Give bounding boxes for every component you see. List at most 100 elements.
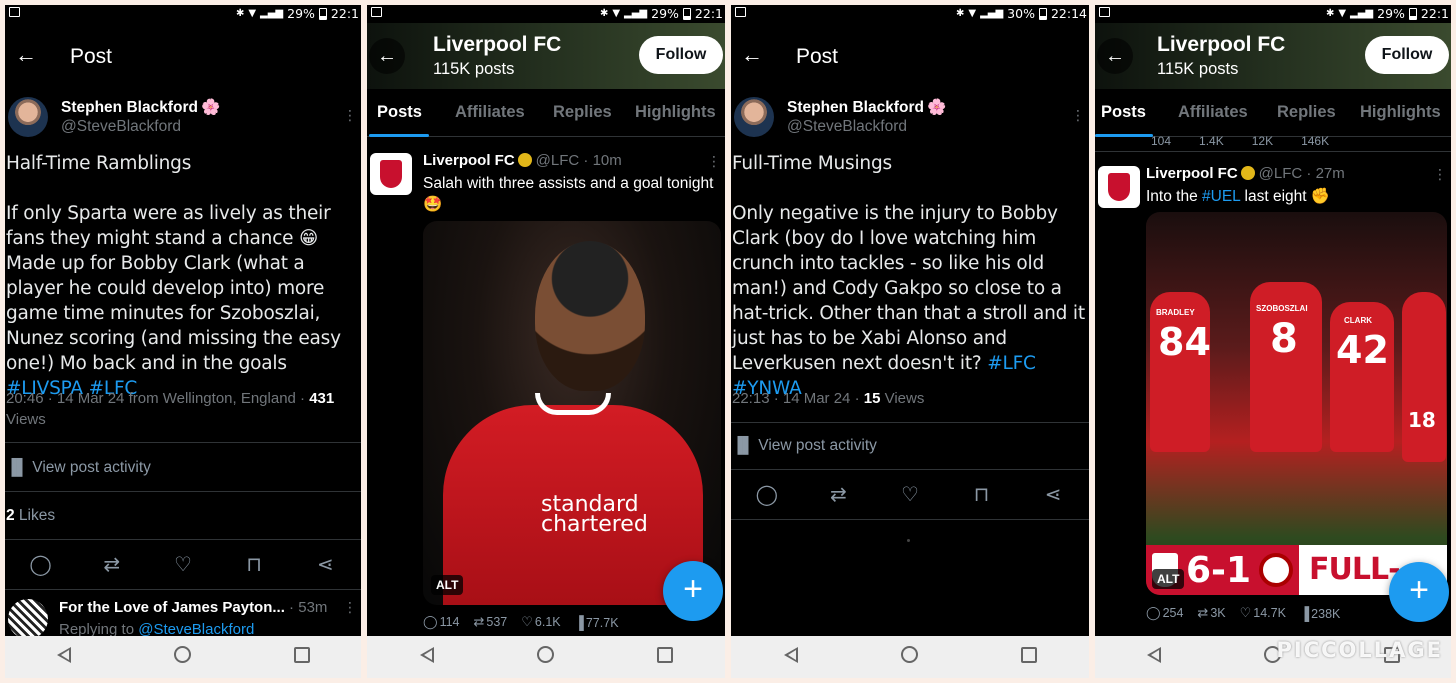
reposts-stat[interactable]: ⇄ 537 (474, 614, 508, 630)
share-icon[interactable]: ⋖ (1035, 482, 1071, 507)
post-timestamp: 22:13 · 14 Mar 24 · (732, 390, 864, 407)
profile-name: Liverpool FC (1157, 33, 1286, 56)
wifi-icon: ▼ (248, 8, 257, 19)
avatar[interactable] (734, 97, 774, 137)
reply-post[interactable]: For the Love of James Payton... · 53m Re… (5, 599, 361, 639)
nav-back-button[interactable] (771, 646, 811, 668)
follow-button[interactable]: Follow (639, 36, 723, 74)
post-title-line: Full-Time Musings (732, 153, 892, 174)
more-options-icon[interactable]: ⋮ (1071, 107, 1085, 124)
post-author-name[interactable]: Liverpool FC (1146, 165, 1238, 182)
back-arrow-icon[interactable]: ← (1097, 38, 1133, 74)
replies-count: 254 (1162, 606, 1184, 620)
lfc-avatar[interactable] (370, 153, 412, 195)
tab-highlights[interactable]: Highlights (1360, 103, 1441, 122)
post-metadata: 22:13 · 14 Mar 24 · 15 Views (732, 388, 1087, 409)
back-arrow-icon[interactable]: ← (369, 38, 405, 74)
like-icon[interactable]: ♡ (892, 482, 928, 507)
post-image-salah[interactable]: standard chartered ALT (423, 221, 721, 605)
back-arrow-icon[interactable]: ← (741, 43, 763, 67)
tab-posts[interactable]: Posts (377, 103, 422, 122)
tab-affiliates[interactable]: Affiliates (1178, 103, 1248, 122)
follow-button[interactable]: Follow (1365, 36, 1449, 74)
post-hashtag[interactable]: #UEL (1202, 188, 1240, 205)
back-arrow-icon[interactable]: ← (15, 43, 37, 67)
view-post-activity-link[interactable]: ▐▌ View post activity (6, 459, 151, 477)
bookmark-icon[interactable]: ⊓ (236, 552, 272, 577)
nav-recents-button[interactable] (1009, 646, 1049, 668)
compose-button[interactable]: + (1389, 562, 1449, 622)
views-stat[interactable]: ▐ 77.7K (575, 615, 619, 630)
alt-badge[interactable]: ALT (1152, 569, 1185, 589)
author-handle: @SteveBlackford (61, 118, 181, 135)
bookmark-icon[interactable]: ⊓ (964, 482, 1000, 507)
tab-affiliates[interactable]: Affiliates (455, 103, 525, 122)
player-head (535, 241, 645, 391)
replies-stat[interactable]: ◯ 114 (423, 614, 460, 630)
nav-home-button[interactable] (890, 646, 930, 668)
nav-back-button[interactable] (44, 646, 84, 668)
tab-replies[interactable]: Replies (553, 103, 612, 122)
nav-home-button[interactable] (526, 646, 566, 668)
views-icon: ▐ (1299, 605, 1310, 621)
post-title-line: Half-Time Ramblings (6, 153, 192, 174)
player-number: 42 (1336, 328, 1389, 372)
nav-back-button[interactable] (1134, 646, 1174, 668)
replies-stat[interactable]: ◯ 254 (1146, 605, 1183, 621)
clock: 22:1 (694, 6, 723, 21)
views-count: 77.7K (585, 615, 619, 630)
reply-avatar[interactable] (8, 599, 48, 639)
post-text: Into the #UEL last eight ✊ (1146, 186, 1445, 207)
repost-icon[interactable]: ⇄ (820, 482, 856, 507)
nav-back-button[interactable] (407, 646, 447, 668)
post-author[interactable]: Stephen Blackford 🌸 @SteveBlackford ⋮ (731, 97, 1089, 143)
likes-stat[interactable]: ♡ 6.1K (521, 614, 560, 630)
reply-author-name: For the Love of James Payton... (59, 599, 285, 616)
likes-stat[interactable]: ♡ 14.7K (1240, 605, 1286, 621)
reposts-stat[interactable]: ⇄ 3K (1197, 605, 1225, 621)
compose-button[interactable]: + (663, 561, 723, 621)
lfc-avatar[interactable] (1098, 166, 1140, 208)
tab-highlights[interactable]: Highlights (635, 103, 716, 122)
analytics-icon: ▐▌ (6, 459, 33, 476)
more-options-icon[interactable]: ⋮ (343, 599, 357, 616)
active-tab-indicator (369, 134, 429, 137)
reply-time: · 53m (284, 599, 328, 616)
divider (731, 422, 1089, 423)
bluetooth-icon: ✱ (1325, 8, 1335, 19)
more-options-icon[interactable]: ⋮ (343, 107, 357, 124)
avatar[interactable] (8, 97, 48, 137)
battery-percent: 30% (1007, 6, 1035, 21)
photo-notification-icon (735, 7, 746, 17)
reply-icon[interactable]: ◯ (749, 482, 785, 507)
divider (731, 519, 1089, 520)
repost-icon[interactable]: ⇄ (94, 552, 130, 577)
photo-notification-icon (1099, 7, 1110, 17)
nav-recents-button[interactable] (282, 646, 322, 668)
repost-icon: ⇄ (473, 614, 485, 629)
divider (731, 469, 1089, 470)
more-options-icon[interactable]: ⋮ (707, 153, 721, 170)
views-label: Views (6, 411, 46, 428)
more-options-icon[interactable]: ⋮ (1433, 166, 1447, 183)
piccollage-watermark: PICCOLLAGE (1276, 638, 1443, 662)
photo-notification-icon (371, 7, 382, 17)
shirt-collar (535, 393, 611, 415)
share-icon[interactable]: ⋖ (307, 552, 343, 577)
tab-replies[interactable]: Replies (1277, 103, 1336, 122)
tab-posts[interactable]: Posts (1101, 103, 1146, 122)
post-author[interactable]: Stephen Blackford 🌸 @SteveBlackford ⋮ (5, 97, 361, 143)
alt-badge[interactable]: ALT (431, 575, 464, 595)
like-icon: ♡ (1239, 605, 1252, 620)
likes-link[interactable]: 2 Likes (6, 507, 55, 525)
reply-icon[interactable]: ◯ (23, 552, 59, 577)
nav-recents-button[interactable] (645, 646, 685, 668)
view-post-activity-link[interactable]: ▐▌ View post activity (732, 437, 877, 455)
prev-likes-count: 12K (1251, 134, 1274, 148)
nav-home-button[interactable] (163, 646, 203, 668)
post-author-name[interactable]: Liverpool FC (423, 152, 515, 169)
post-image-team-celebration[interactable]: BRADLEY 84 SZOBOSZLAI 8 CLARK 42 18 6-1 … (1146, 212, 1447, 595)
like-icon[interactable]: ♡ (165, 552, 201, 577)
views-stat[interactable]: ▐ 238K (1300, 606, 1340, 621)
wifi-icon: ▼ (612, 8, 621, 19)
